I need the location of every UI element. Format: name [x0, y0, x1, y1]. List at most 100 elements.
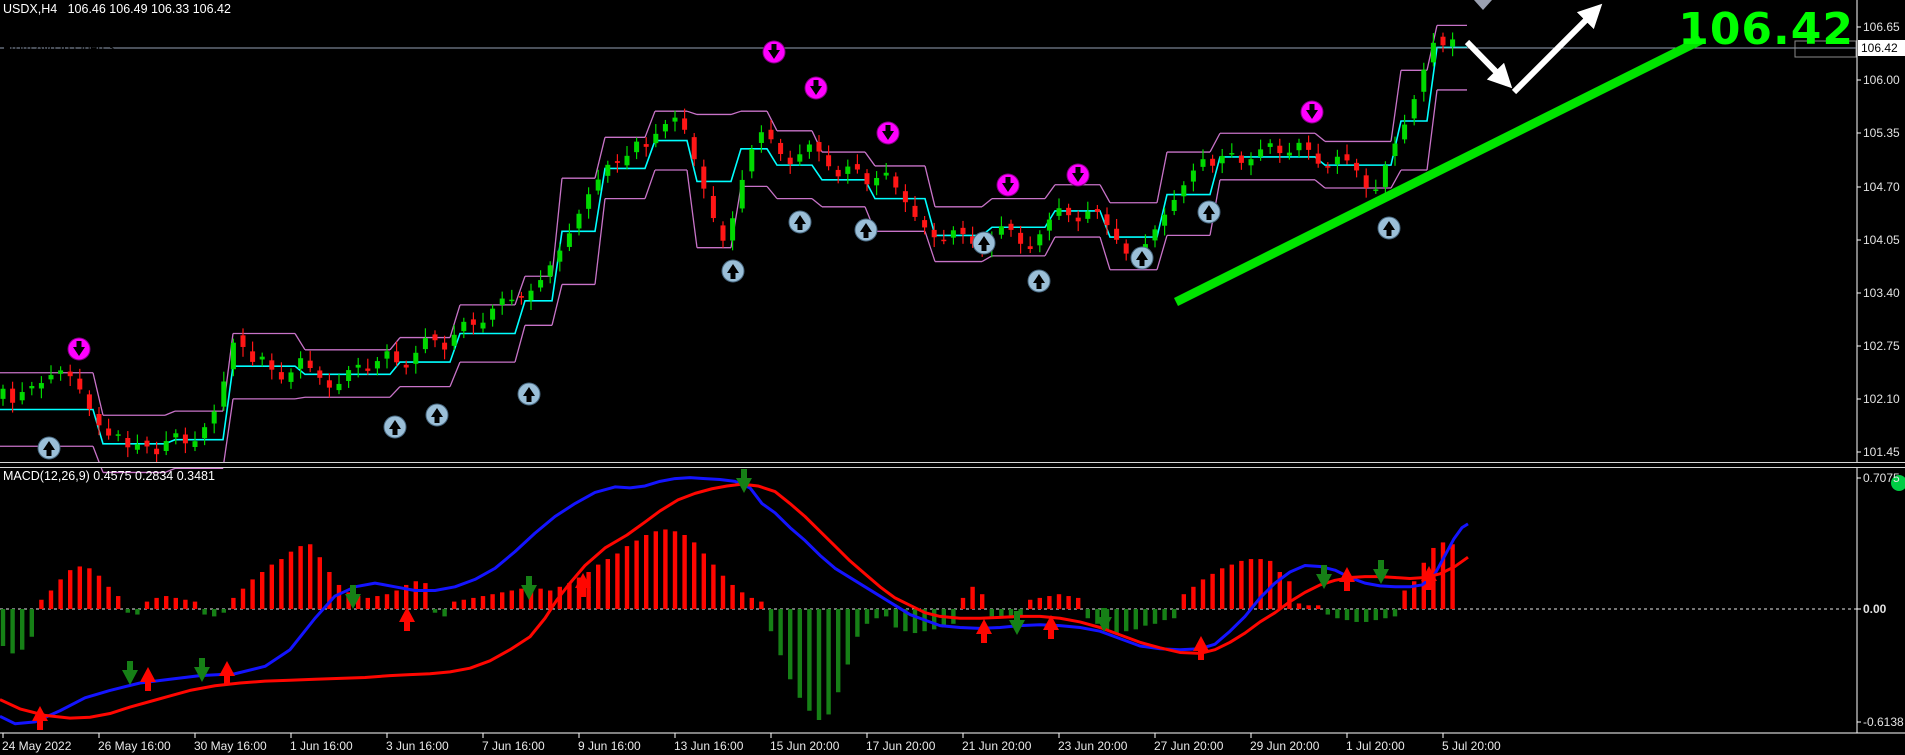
candle[interactable]: [20, 392, 25, 400]
candle[interactable]: [1066, 208, 1071, 215]
candle[interactable]: [116, 434, 121, 436]
candle[interactable]: [135, 444, 140, 449]
candle[interactable]: [250, 351, 255, 362]
candle[interactable]: [1258, 149, 1263, 156]
candle[interactable]: [701, 167, 706, 189]
candle[interactable]: [519, 296, 524, 298]
candle[interactable]: [797, 154, 802, 161]
candle[interactable]: [874, 178, 879, 185]
candle[interactable]: [212, 412, 217, 424]
candle[interactable]: [1364, 175, 1369, 188]
candle[interactable]: [740, 180, 745, 209]
candle[interactable]: [817, 142, 822, 152]
candle[interactable]: [1383, 165, 1388, 187]
candle[interactable]: [1335, 157, 1340, 164]
candle[interactable]: [125, 438, 130, 447]
candle[interactable]: [749, 149, 754, 171]
candle[interactable]: [769, 130, 774, 140]
candle[interactable]: [855, 164, 860, 169]
candle[interactable]: [1018, 233, 1023, 244]
candle[interactable]: [1172, 200, 1177, 211]
candle[interactable]: [1316, 154, 1321, 164]
candle[interactable]: [106, 428, 111, 435]
candle[interactable]: [653, 134, 658, 143]
candle[interactable]: [836, 170, 841, 176]
candle[interactable]: [913, 206, 918, 217]
candle[interactable]: [1, 389, 6, 399]
candle[interactable]: [1229, 153, 1234, 155]
candle[interactable]: [1277, 146, 1282, 153]
candle[interactable]: [1239, 156, 1244, 163]
candle[interactable]: [260, 357, 265, 360]
candle[interactable]: [423, 338, 428, 349]
candle[interactable]: [1306, 142, 1311, 149]
candle[interactable]: [548, 265, 553, 276]
candle[interactable]: [97, 414, 102, 425]
candle[interactable]: [39, 383, 44, 388]
candle[interactable]: [1201, 159, 1206, 167]
candle[interactable]: [481, 323, 486, 329]
candle[interactable]: [241, 335, 246, 347]
candle[interactable]: [173, 433, 178, 437]
candle[interactable]: [759, 132, 764, 143]
candle[interactable]: [1249, 159, 1254, 165]
candle[interactable]: [1421, 70, 1426, 92]
candle[interactable]: [404, 365, 409, 368]
candle[interactable]: [77, 379, 82, 390]
candle[interactable]: [145, 441, 150, 447]
candle[interactable]: [951, 230, 956, 237]
candle[interactable]: [221, 382, 226, 407]
candle[interactable]: [231, 343, 236, 370]
candle[interactable]: [605, 165, 610, 176]
candle[interactable]: [1191, 171, 1196, 182]
candle[interactable]: [1037, 234, 1042, 245]
candle[interactable]: [1268, 143, 1273, 147]
candle[interactable]: [452, 335, 457, 346]
candle[interactable]: [1124, 243, 1129, 253]
candle[interactable]: [68, 372, 73, 377]
candle[interactable]: [1325, 166, 1330, 168]
candle[interactable]: [327, 380, 332, 387]
candle[interactable]: [1402, 125, 1407, 140]
candle[interactable]: [893, 176, 898, 187]
candle[interactable]: [1297, 143, 1302, 150]
candle[interactable]: [289, 372, 294, 382]
candle[interactable]: [29, 386, 34, 388]
candle[interactable]: [884, 173, 889, 176]
candle[interactable]: [721, 225, 726, 240]
candle[interactable]: [1431, 43, 1436, 63]
candle[interactable]: [807, 144, 812, 151]
candle[interactable]: [1114, 229, 1119, 240]
candle[interactable]: [1287, 153, 1292, 156]
candle[interactable]: [356, 365, 361, 368]
candle[interactable]: [663, 124, 668, 131]
candle[interactable]: [154, 449, 159, 454]
candle[interactable]: [58, 370, 63, 373]
candle[interactable]: [788, 158, 793, 164]
candle[interactable]: [529, 291, 534, 301]
trendline[interactable]: [1176, 40, 1701, 302]
candle[interactable]: [202, 427, 207, 438]
candle[interactable]: [1105, 214, 1110, 225]
candle[interactable]: [1412, 99, 1417, 118]
candle[interactable]: [682, 118, 687, 129]
chart-canvas[interactable]: [0, 0, 1905, 755]
candle[interactable]: [87, 394, 92, 409]
candle[interactable]: [961, 228, 966, 234]
candle[interactable]: [509, 300, 514, 302]
candle[interactable]: [615, 161, 620, 163]
candle[interactable]: [586, 194, 591, 209]
panel-separator[interactable]: [0, 462, 1905, 468]
candle[interactable]: [538, 280, 543, 287]
candle[interactable]: [999, 226, 1004, 234]
candle[interactable]: [634, 142, 639, 153]
candle[interactable]: [941, 240, 946, 242]
candle[interactable]: [1095, 209, 1100, 212]
candle[interactable]: [164, 441, 169, 451]
candle[interactable]: [1210, 159, 1215, 166]
candle[interactable]: [1354, 163, 1359, 171]
candle[interactable]: [471, 319, 476, 324]
candle[interactable]: [413, 353, 418, 364]
candle[interactable]: [193, 441, 198, 447]
candle[interactable]: [1162, 215, 1167, 226]
